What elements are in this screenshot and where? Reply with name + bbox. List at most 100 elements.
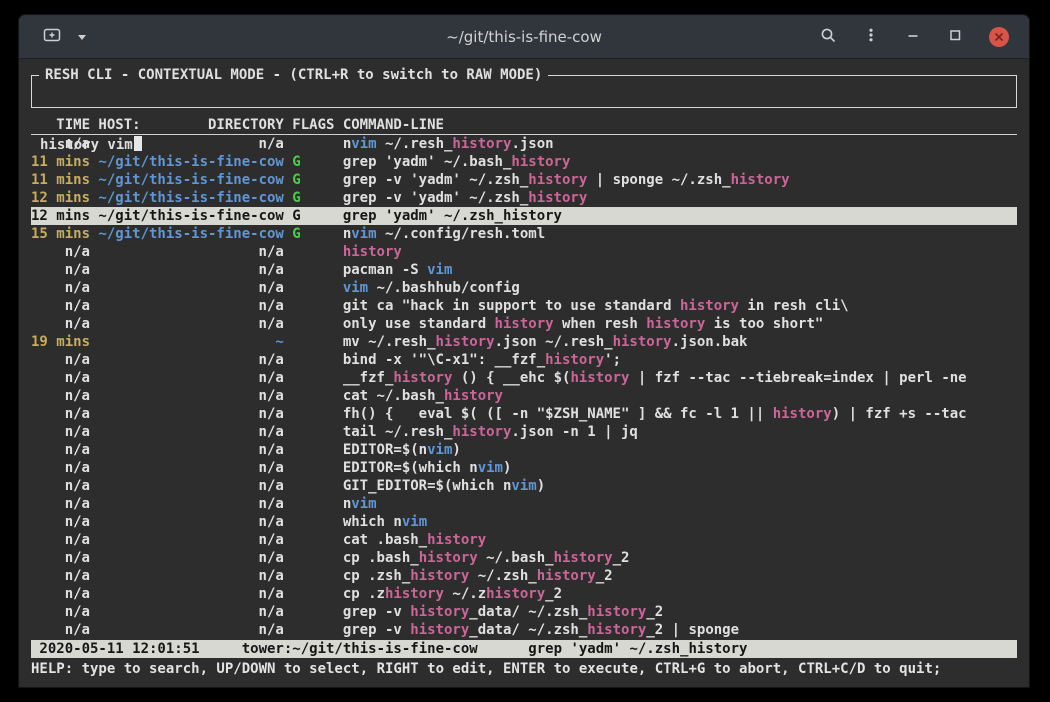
- history-row[interactable]: 15 mins~/git/this-is-fine-cowGnvim ~/.co…: [31, 225, 1017, 243]
- command-text: pacman -S: [343, 262, 427, 278]
- command-text: when resh: [554, 316, 647, 332]
- maximize-button[interactable]: [945, 25, 965, 48]
- row-command: EDITOR=$(which nvim): [343, 459, 1017, 477]
- command-text: .json -n 1 | jq: [511, 424, 637, 440]
- row-directory: n/a: [98, 423, 283, 441]
- close-button[interactable]: [987, 25, 1011, 49]
- history-row[interactable]: n/an/acp .zsh_history ~/.zsh_history_2: [31, 567, 1017, 585]
- row-time: n/a: [31, 351, 90, 369]
- row-directory: n/a: [98, 405, 283, 423]
- row-directory: n/a: [98, 603, 283, 621]
- match-history: history: [587, 604, 646, 620]
- history-row[interactable]: 19 mins~mv ~/.resh_history.json ~/.resh_…: [31, 333, 1017, 351]
- row-directory: ~/git/this-is-fine-cow: [98, 189, 283, 207]
- command-text: in resh cli\: [739, 298, 849, 314]
- command-text: ): [452, 442, 460, 458]
- status-bar: 2020-05-11 12:01:51 tower:~/git/this-is-…: [31, 640, 1017, 658]
- row-flags: [292, 387, 334, 405]
- history-row[interactable]: n/an/acp .bash_history ~/.bash_history_2: [31, 549, 1017, 567]
- minimize-button[interactable]: [903, 25, 923, 48]
- row-command: cp .bash_history ~/.bash_history_2: [343, 549, 1017, 567]
- menu-button[interactable]: [861, 25, 881, 48]
- history-row[interactable]: 12 mins~/git/this-is-fine-cowGgrep 'yadm…: [31, 207, 1017, 225]
- row-flags: [292, 333, 334, 351]
- row-flags: [292, 405, 334, 423]
- history-row[interactable]: n/an/ahistory: [31, 243, 1017, 261]
- history-row[interactable]: n/an/a__fzf_history () { __ehc $(history…: [31, 369, 1017, 387]
- row-flags: [292, 603, 334, 621]
- command-text: _2: [545, 586, 562, 602]
- titlebar: ~/git/this-is-fine-cow: [19, 15, 1029, 59]
- command-text: n: [343, 226, 351, 242]
- command-text: cat ~/.bash_: [343, 388, 444, 404]
- row-flags: [292, 567, 334, 585]
- command-text: fh() { eval $( ([ -n "$ZSH_NAME" ] && fc…: [343, 406, 773, 422]
- row-command: vim ~/.bashhub/config: [343, 279, 1017, 297]
- row-directory: ~/git/this-is-fine-cow: [98, 225, 283, 243]
- history-row[interactable]: n/an/agrep -v history_data/ ~/.zsh_histo…: [31, 621, 1017, 639]
- match-history: history: [427, 532, 486, 548]
- row-command: grep -v 'yadm' ~/.zsh_history: [343, 189, 1017, 207]
- search-panel: RESH CLI - CONTEXTUAL MODE - (CTRL+R to …: [31, 75, 1017, 108]
- row-time: n/a: [31, 495, 90, 513]
- row-flags: [292, 243, 334, 261]
- row-time: n/a: [31, 531, 90, 549]
- row-command: only use standard history when resh hist…: [343, 315, 1017, 333]
- command-text: __fzf_: [343, 370, 394, 386]
- row-directory: n/a: [98, 369, 283, 387]
- command-text: tail ~/.resh_: [343, 424, 453, 440]
- history-row[interactable]: n/an/agit ca "hack in support to use sta…: [31, 297, 1017, 315]
- history-row[interactable]: 12 mins~/git/this-is-fine-cowGgrep -v 'y…: [31, 189, 1017, 207]
- search-button[interactable]: [818, 25, 839, 49]
- search-input[interactable]: history vim: [40, 136, 1008, 154]
- command-text: EDITOR=$(which n: [343, 460, 478, 476]
- minimize-icon: [905, 27, 921, 46]
- history-row[interactable]: n/an/acp .zhistory ~/.zhistory_2: [31, 585, 1017, 603]
- new-tab-button[interactable]: [41, 25, 63, 48]
- row-command: nvim ~/.config/resh.toml: [343, 225, 1017, 243]
- row-time: 12 mins: [31, 189, 90, 207]
- row-command: which nvim: [343, 513, 1017, 531]
- history-row[interactable]: n/an/aonly use standard history when res…: [31, 315, 1017, 333]
- row-directory: n/a: [98, 621, 283, 639]
- match-vim: vim: [343, 280, 368, 296]
- history-row[interactable]: n/an/apacman -S vim: [31, 261, 1017, 279]
- row-command: EDITOR=$(nvim): [343, 441, 1017, 459]
- row-directory: ~/git/this-is-fine-cow: [98, 207, 283, 225]
- command-text: cp .bash_: [343, 550, 419, 566]
- row-directory: n/a: [98, 513, 283, 531]
- row-command: pacman -S vim: [343, 261, 1017, 279]
- row-flags: [292, 477, 334, 495]
- row-time: n/a: [31, 387, 90, 405]
- history-row[interactable]: n/an/acat ~/.bash_history: [31, 387, 1017, 405]
- match-history: history: [495, 316, 554, 332]
- row-time: n/a: [31, 549, 90, 567]
- match-history: history: [503, 208, 562, 224]
- history-row[interactable]: n/an/aEDITOR=$(nvim): [31, 441, 1017, 459]
- command-text: .json ~/.resh_: [495, 334, 613, 350]
- history-row[interactable]: n/an/awhich nvim: [31, 513, 1017, 531]
- maximize-restore-icon: [947, 27, 963, 46]
- history-row[interactable]: n/an/anvim: [31, 495, 1017, 513]
- command-text: cp .z: [343, 586, 385, 602]
- new-tab-icon: [43, 27, 61, 46]
- history-row[interactable]: n/an/agrep -v history_data/ ~/.zsh_histo…: [31, 603, 1017, 621]
- history-row[interactable]: n/an/avim ~/.bashhub/config: [31, 279, 1017, 297]
- history-row[interactable]: n/an/acat .bash_history: [31, 531, 1017, 549]
- match-history: history: [554, 550, 613, 566]
- history-row[interactable]: n/an/aGIT_EDITOR=$(which nvim): [31, 477, 1017, 495]
- row-command: history: [343, 243, 1017, 261]
- history-row[interactable]: n/an/abind -x '"\C-x1": __fzf_history';: [31, 351, 1017, 369]
- row-flags: [292, 513, 334, 531]
- command-text: ~/.zsh_: [469, 568, 536, 584]
- command-text: EDITOR=$(n: [343, 442, 427, 458]
- history-row[interactable]: n/an/aEDITOR=$(which nvim): [31, 459, 1017, 477]
- history-row[interactable]: n/an/afh() { eval $( ([ -n "$ZSH_NAME" ]…: [31, 405, 1017, 423]
- history-row[interactable]: n/an/atail ~/.resh_history.json -n 1 | j…: [31, 423, 1017, 441]
- new-tab-dropdown-button[interactable]: [75, 27, 89, 46]
- command-text: _2: [613, 550, 630, 566]
- command-text: ): [537, 478, 545, 494]
- row-directory: n/a: [98, 387, 283, 405]
- row-directory: n/a: [98, 459, 283, 477]
- row-command: git ca "hack in support to use standard …: [343, 297, 1017, 315]
